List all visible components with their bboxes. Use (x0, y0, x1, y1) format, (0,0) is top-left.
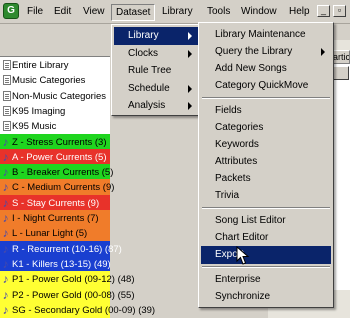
list-item-label: S - Stay Currents (9) (12, 197, 100, 209)
list-item-label: C - Medium Currents (9) (12, 182, 115, 194)
list-item-label: Z - Stress Currents (3) (12, 136, 107, 148)
menu-view[interactable]: View (79, 4, 109, 21)
list-item-label: P1 - Power Gold (09-12) (48) (12, 274, 135, 286)
app-logo-icon[interactable]: G (3, 3, 19, 19)
mouse-cursor-icon (236, 246, 250, 265)
menu-bar: G File Edit View Dataset Library Tools W… (0, 0, 350, 24)
list-item-label: SG - Secondary Gold (00-09) (39) (12, 304, 156, 316)
menu-item-label: Categories (215, 122, 264, 133)
music-note-icon: ♪ (2, 211, 9, 225)
music-note-icon: ♪ (2, 272, 9, 287)
menu-item-label: Clocks (128, 47, 159, 59)
library-menu-item-library-maintenance[interactable]: Library Maintenance (201, 26, 331, 44)
menu-item-label: Chart Editor (215, 232, 269, 243)
menu-item-label: Enterprise (215, 274, 261, 285)
list-item-label: A - Power Currents (5) (12, 151, 107, 163)
library-menu-item-chart-editor[interactable]: Chart Editor (201, 229, 331, 247)
library-menu-item-query-the-library[interactable]: Query the Library (201, 43, 331, 61)
menu-item-label: Synchronize (215, 291, 271, 302)
menu-item-label: Packets (215, 173, 251, 184)
library-menu-item-attributes[interactable]: Attributes (201, 153, 331, 171)
menu-item-label: Library Maintenance (215, 29, 306, 40)
music-note-icon: ♪ (2, 256, 9, 271)
scrollbar-thumb[interactable] (333, 66, 349, 80)
music-note-icon: ♪ (2, 180, 9, 195)
menu-item-label: Analysis (128, 100, 166, 111)
list-item-label: I - Night Currents (7) (12, 213, 99, 224)
list-item-label: L - Lunar Light (5) (12, 228, 88, 240)
library-menu-item-add-new-songs[interactable]: Add New Songs (201, 60, 331, 78)
submenu-arrow-icon (188, 49, 192, 58)
library-menu-item-category-quickmove[interactable]: Category QuickMove (201, 77, 331, 95)
list-item-label: Non-Music Categories (12, 90, 106, 102)
menu-item-label: Rule Tree (128, 65, 172, 76)
list-item-label: P2 - Power Gold (00-08) (55) (12, 289, 135, 301)
music-note-icon: ♪ (2, 195, 9, 210)
menu-tools[interactable]: Tools (203, 4, 234, 21)
menu-separator (202, 97, 330, 99)
menu-item-label: Trivia (215, 190, 240, 201)
dataset-menu-item-clocks[interactable]: Clocks (114, 45, 198, 63)
library-box-icon (3, 90, 11, 101)
library-menu-item-keywords[interactable]: Keywords (201, 136, 331, 154)
menu-file[interactable]: File (23, 4, 47, 21)
submenu-arrow-icon (188, 32, 192, 40)
list-item-label: K95 Imaging (12, 105, 66, 117)
menu-item-label: Keywords (215, 139, 259, 150)
library-menu-item-song-list-editor[interactable]: Song List Editor (201, 212, 331, 230)
list-item-label: K1 - Killers (13-15) (49) (12, 258, 111, 270)
menu-separator (202, 266, 330, 268)
dataset-menu: Library Clocks Rule Tree Schedule Analysis (111, 24, 201, 116)
menu-item-label: Category QuickMove (215, 80, 309, 91)
menu-library[interactable]: Library (158, 4, 197, 21)
menu-item-label: Fields (215, 105, 242, 116)
menu-window[interactable]: Window (237, 4, 281, 21)
menu-item-label: Add New Songs (215, 63, 287, 74)
list-item-label: Music Categories (12, 75, 86, 87)
menu-item-label: Query the Library (215, 46, 293, 57)
submenu-arrow-icon (188, 84, 192, 93)
minimize-button[interactable]: _ (317, 5, 330, 17)
menu-item-label: Schedule (128, 82, 170, 94)
library-menu-item-fields[interactable]: Fields (201, 102, 331, 120)
list-item-label: Entire Library (12, 60, 69, 71)
list-item-label: B - Breaker Currents (5) (12, 167, 114, 179)
list-item-label: K95 Music (12, 121, 57, 133)
music-note-icon: ♪ (2, 241, 9, 256)
music-note-icon: ♪ (2, 134, 9, 149)
restore-button[interactable]: ▫ (333, 5, 346, 17)
library-menu-item-trivia[interactable]: Trivia (201, 187, 331, 205)
list-item[interactable]: ♪ SG - Secondary Gold (00-09) (39) (0, 301, 155, 318)
menu-help[interactable]: Help (285, 4, 314, 21)
menu-item-label: Attributes (215, 156, 258, 167)
menu-separator (202, 207, 330, 209)
menu-item-label: Library (128, 30, 159, 41)
library-menu-item-export[interactable]: Export (201, 246, 331, 264)
dataset-menu-item-library[interactable]: Library (114, 27, 198, 45)
list-item-label: R - Recurrent (10-16) (87) (12, 243, 122, 255)
library-box-icon (3, 121, 11, 132)
menu-edit[interactable]: Edit (50, 4, 75, 21)
dataset-menu-item-rule-tree[interactable]: Rule Tree (114, 62, 198, 80)
library-submenu: Library Maintenance Query the Library Add … (198, 22, 334, 308)
menu-item-label: Song List Editor (215, 215, 286, 226)
library-menu-item-enterprise[interactable]: Enterprise (201, 271, 331, 289)
library-menu-item-packets[interactable]: Packets (201, 170, 331, 188)
submenu-arrow-icon (321, 48, 325, 56)
library-category-list: Entire Library Music Categories Non-Music … (0, 56, 155, 318)
library-box-icon (3, 105, 11, 116)
library-menu-item-synchronize[interactable]: Synchronize (201, 288, 331, 306)
music-note-icon: ♪ (2, 226, 9, 241)
music-note-icon: ♪ (2, 302, 9, 317)
library-box-icon (3, 60, 11, 70)
library-menu-item-categories[interactable]: Categories (201, 119, 331, 137)
library-box-icon (3, 75, 11, 86)
dataset-menu-item-analysis[interactable]: Analysis (114, 97, 198, 115)
music-note-icon: ♪ (2, 165, 9, 180)
submenu-arrow-icon (188, 102, 192, 110)
music-note-icon: ♪ (2, 287, 9, 302)
menu-dataset[interactable]: Dataset (111, 4, 156, 21)
dataset-menu-item-schedule[interactable]: Schedule (114, 80, 198, 98)
music-note-icon: ♪ (2, 149, 9, 164)
